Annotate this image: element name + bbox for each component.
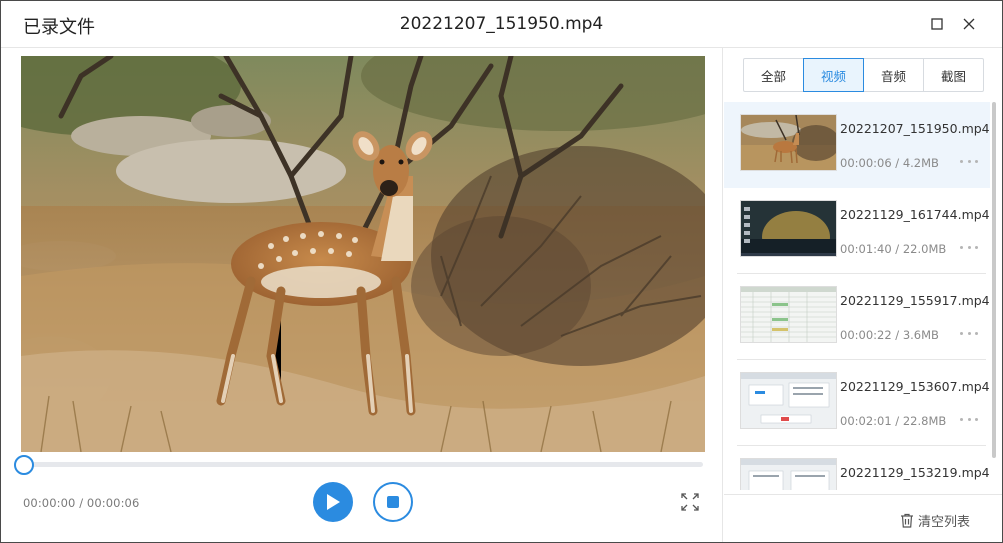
more-options-icon[interactable] — [960, 241, 978, 253]
recorded-files-window: 已录文件 20221207_151950.mp4 00:00:00 / 00:0… — [0, 0, 1003, 543]
progress-handle[interactable] — [14, 455, 34, 475]
scrollbar-thumb[interactable] — [992, 102, 996, 458]
tab-audio[interactable]: 音频 — [864, 59, 924, 91]
more-options-icon[interactable] — [960, 327, 978, 339]
recording-name: 20221207_151950.mp4 — [840, 121, 990, 136]
filter-tabs: 全部 视频 音频 截图 — [743, 58, 984, 92]
recording-meta: 00:01:40 / 22.0MB — [840, 242, 947, 256]
play-button[interactable] — [313, 482, 353, 522]
list-item[interactable]: 20221129_155917.mp4 00:00:22 / 3.6MB — [724, 274, 990, 360]
list-item[interactable]: 20221129_161744.mp4 00:01:40 / 22.0MB — [724, 188, 990, 274]
more-options-icon[interactable] — [960, 413, 978, 425]
play-icon — [327, 494, 340, 510]
progress-track — [23, 462, 703, 467]
list-item[interactable]: 20221129_153219.mp4 — [724, 446, 990, 490]
tab-video[interactable]: 视频 — [803, 58, 864, 92]
current-file-title: 20221207_151950.mp4 — [399, 14, 604, 34]
list-item[interactable]: 20221207_151950.mp4 00:00:06 / 4.2MB — [724, 102, 990, 188]
tab-screenshot[interactable]: 截图 — [924, 59, 983, 91]
recording-name: 20221129_161744.mp4 — [840, 207, 990, 222]
title-bar: 已录文件 20221207_151950.mp4 — [1, 1, 1002, 48]
recordings-list: 20221207_151950.mp4 00:00:06 / 4.2MB 202… — [724, 102, 1002, 490]
deer-video-image — [21, 56, 705, 452]
fullscreen-button[interactable] — [681, 493, 699, 511]
video-player: 00:00:00 / 00:00:06 — [1, 48, 723, 542]
close-icon — [963, 18, 975, 30]
clear-list-button[interactable]: 清空列表 — [900, 511, 970, 530]
progress-bar[interactable] — [14, 455, 703, 475]
recording-name: 20221129_153219.mp4 — [840, 465, 990, 480]
video-thumbnail — [740, 114, 837, 171]
maximize-button[interactable] — [927, 14, 947, 34]
stop-icon — [387, 496, 399, 508]
video-thumbnail — [740, 458, 837, 490]
video-thumbnail — [740, 372, 837, 429]
video-frame[interactable] — [21, 56, 705, 452]
panel-footer: 清空列表 — [724, 494, 1002, 542]
close-button[interactable] — [959, 14, 979, 34]
video-thumbnail — [740, 286, 837, 343]
list-item[interactable]: 20221129_153607.mp4 00:02:01 / 22.8MB — [724, 360, 990, 446]
recording-meta: 00:00:22 / 3.6MB — [840, 328, 939, 342]
list-scrollbar[interactable] — [992, 102, 998, 490]
tab-all[interactable]: 全部 — [744, 59, 804, 91]
more-options-icon[interactable] — [960, 155, 978, 167]
recording-meta: 00:02:01 / 22.8MB — [840, 414, 947, 428]
stop-button[interactable] — [373, 482, 413, 522]
clear-list-label: 清空列表 — [918, 515, 971, 530]
recording-name: 20221129_155917.mp4 — [840, 293, 990, 308]
recordings-panel: 全部 视频 音频 截图 20221207_151950.mp4 00:00:06… — [724, 48, 1002, 542]
trash-icon — [901, 513, 913, 528]
recording-meta: 00:00:06 / 4.2MB — [840, 156, 939, 170]
recording-name: 20221129_153607.mp4 — [840, 379, 990, 394]
video-thumbnail — [740, 200, 837, 257]
maximize-icon — [931, 18, 943, 30]
fullscreen-icon — [681, 493, 699, 511]
playback-time: 00:00:00 / 00:00:06 — [23, 496, 140, 510]
